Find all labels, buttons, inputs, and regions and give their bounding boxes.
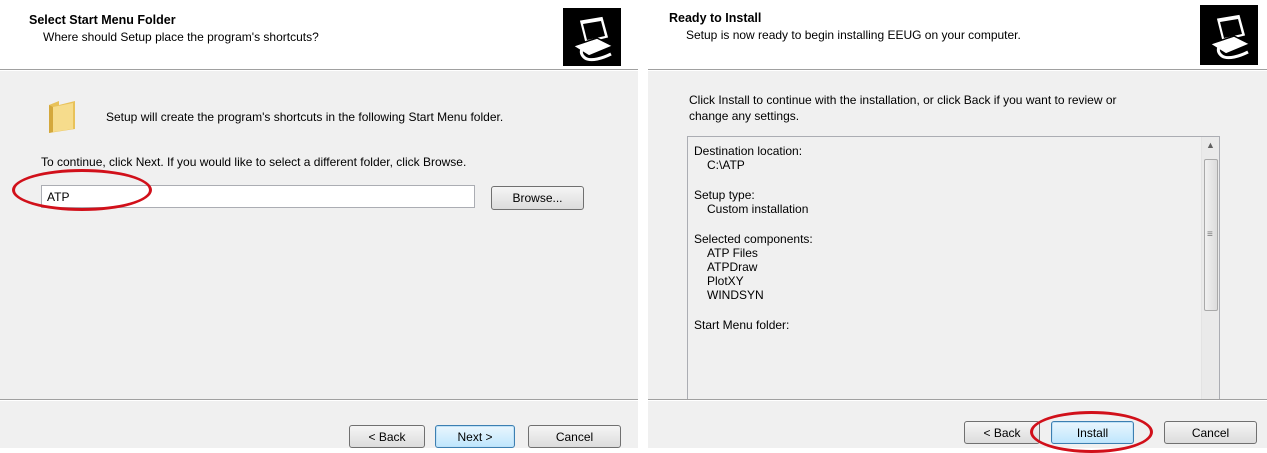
setup-type-value: Custom installation	[707, 202, 809, 216]
component-item: WINDSYN	[707, 288, 764, 302]
setup-logo-icon	[1200, 5, 1258, 65]
cancel-button[interactable]: Cancel	[528, 425, 621, 448]
ready-to-install-page: Ready to Install Setup is now ready to b…	[648, 0, 1267, 453]
wizard-header: Select Start Menu Folder Where should Se…	[0, 0, 638, 69]
select-start-menu-folder-page: Select Start Menu Folder Where should Se…	[0, 0, 638, 448]
highlight-oval	[1030, 411, 1153, 453]
wizard-body: Setup will create the program's shortcut…	[0, 71, 638, 399]
destination-value: C:\ATP	[707, 158, 745, 172]
component-item: ATP Files	[707, 246, 758, 260]
scroll-up-arrow-icon[interactable]: ▲	[1206, 141, 1215, 150]
vertical-scrollbar[interactable]: ▲ ≡ ▼	[1201, 137, 1219, 426]
setup-logo-icon	[563, 8, 621, 66]
page-title: Ready to Install	[669, 11, 762, 25]
component-item: PlotXY	[707, 274, 744, 288]
start-menu-label: Start Menu folder:	[694, 318, 790, 332]
browse-button[interactable]: Browse...	[491, 186, 584, 210]
wizard-body: Click Install to continue with the insta…	[648, 71, 1267, 444]
page-subtitle: Setup is now ready to begin installing E…	[686, 28, 1021, 42]
wizard-footer: < Back Install Cancel	[648, 401, 1267, 453]
highlight-oval	[12, 169, 152, 211]
instruction-text: To continue, click Next. If you would li…	[41, 155, 467, 169]
instruction-line-2: change any settings.	[689, 109, 800, 123]
next-button[interactable]: Next >	[435, 425, 515, 448]
wizard-footer: < Back Next > Cancel	[0, 401, 638, 448]
components-label: Selected components:	[694, 232, 813, 246]
instruction-line-1: Click Install to continue with the insta…	[689, 93, 1117, 107]
back-button[interactable]: < Back	[349, 425, 425, 448]
page-title: Select Start Menu Folder	[29, 13, 176, 27]
setup-type-label: Setup type:	[694, 188, 755, 202]
info-text: Setup will create the program's shortcut…	[106, 110, 504, 124]
page-subtitle: Where should Setup place the program's s…	[43, 30, 319, 44]
folder-icon	[47, 99, 77, 135]
scrollbar-thumb[interactable]: ≡	[1204, 159, 1218, 311]
scroll-grip-icon: ≡	[1207, 229, 1213, 240]
cancel-button[interactable]: Cancel	[1164, 421, 1257, 444]
component-item: ATPDraw	[707, 260, 758, 274]
back-button[interactable]: < Back	[964, 421, 1040, 444]
destination-label: Destination location:	[694, 144, 803, 158]
wizard-header: Ready to Install Setup is now ready to b…	[648, 0, 1267, 69]
ready-memo[interactable]: Destination location: C:\ATP Setup type:…	[687, 136, 1220, 444]
